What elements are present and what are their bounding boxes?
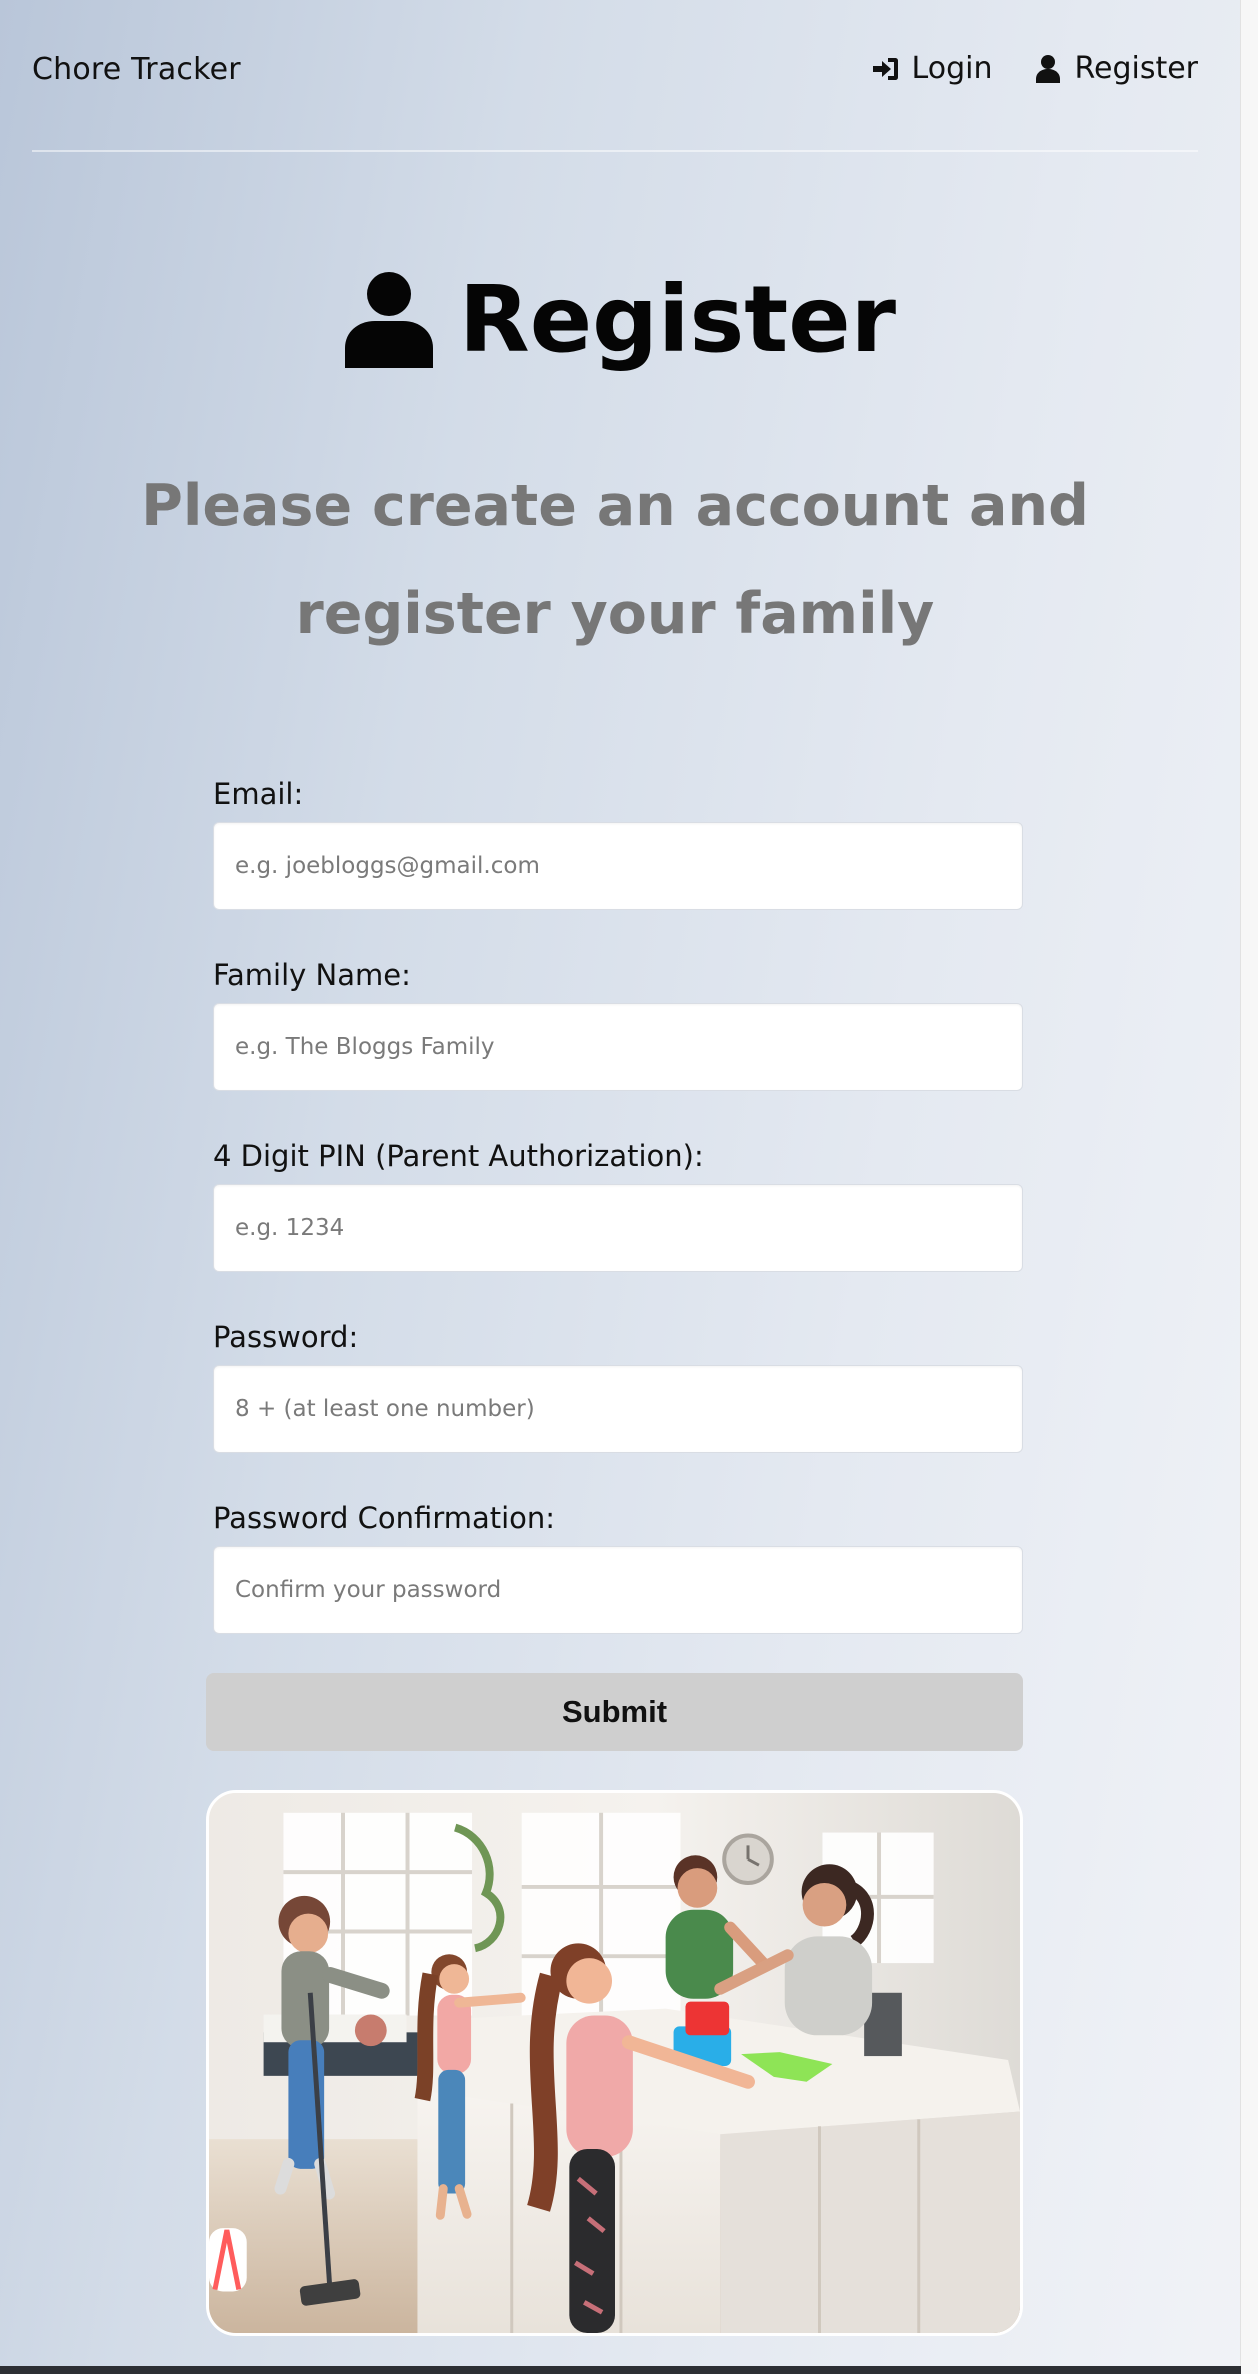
user-icon <box>344 270 433 370</box>
password-confirmation-field[interactable] <box>213 1546 1023 1634</box>
pin-field-group: 4 Digit PIN (Parent Authorization): <box>213 1138 1023 1284</box>
navigation-links: Login Register <box>870 51 1198 86</box>
window-bottom-edge <box>0 2366 1241 2374</box>
password-label: Password: <box>213 1320 359 1354</box>
family-name-field[interactable] <box>213 1003 1023 1091</box>
page-title: Register <box>344 266 897 373</box>
password-confirmation-label: Password Confirmation: <box>213 1501 556 1535</box>
family-name-label: Family Name: <box>213 958 411 992</box>
registration-form: Email: Family Name: 4 Digit PIN (Parent … <box>213 776 1023 1681</box>
email-label: Email: <box>213 777 304 811</box>
page-scrollbar[interactable] <box>1240 0 1258 2374</box>
email-field-group: Email: <box>213 776 1023 922</box>
password-field-group: Password: <box>213 1319 1023 1465</box>
pin-field[interactable] <box>213 1184 1023 1272</box>
user-icon <box>1032 53 1064 85</box>
registration-hero: Register <box>0 270 1241 374</box>
submit-button[interactable]: Submit <box>206 1673 1023 1751</box>
family-cleaning-photo <box>206 1790 1023 2336</box>
registration-subtitle: Please create an account and register yo… <box>141 473 1089 647</box>
email-field[interactable] <box>213 822 1023 910</box>
brand-link[interactable]: Chore Tracker <box>32 52 241 87</box>
family-name-field-group: Family Name: <box>213 957 1023 1103</box>
sign-in-icon <box>870 53 902 85</box>
top-navigation: Chore Tracker Login Register <box>32 0 1198 152</box>
page-title-text: Register <box>458 266 897 373</box>
password-field[interactable] <box>213 1365 1023 1453</box>
login-link[interactable]: Login <box>870 51 993 86</box>
pin-label: 4 Digit PIN (Parent Authorization): <box>213 1139 704 1173</box>
register-link[interactable]: Register <box>1032 51 1198 86</box>
login-label: Login <box>911 51 993 86</box>
password-confirmation-field-group: Password Confirmation: <box>213 1500 1023 1646</box>
register-label: Register <box>1074 51 1198 86</box>
